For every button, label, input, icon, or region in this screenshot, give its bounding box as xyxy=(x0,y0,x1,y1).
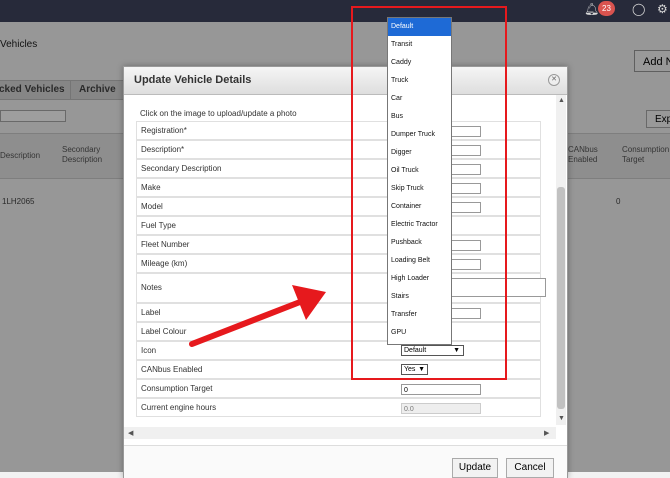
annotation-arrow xyxy=(189,285,326,347)
